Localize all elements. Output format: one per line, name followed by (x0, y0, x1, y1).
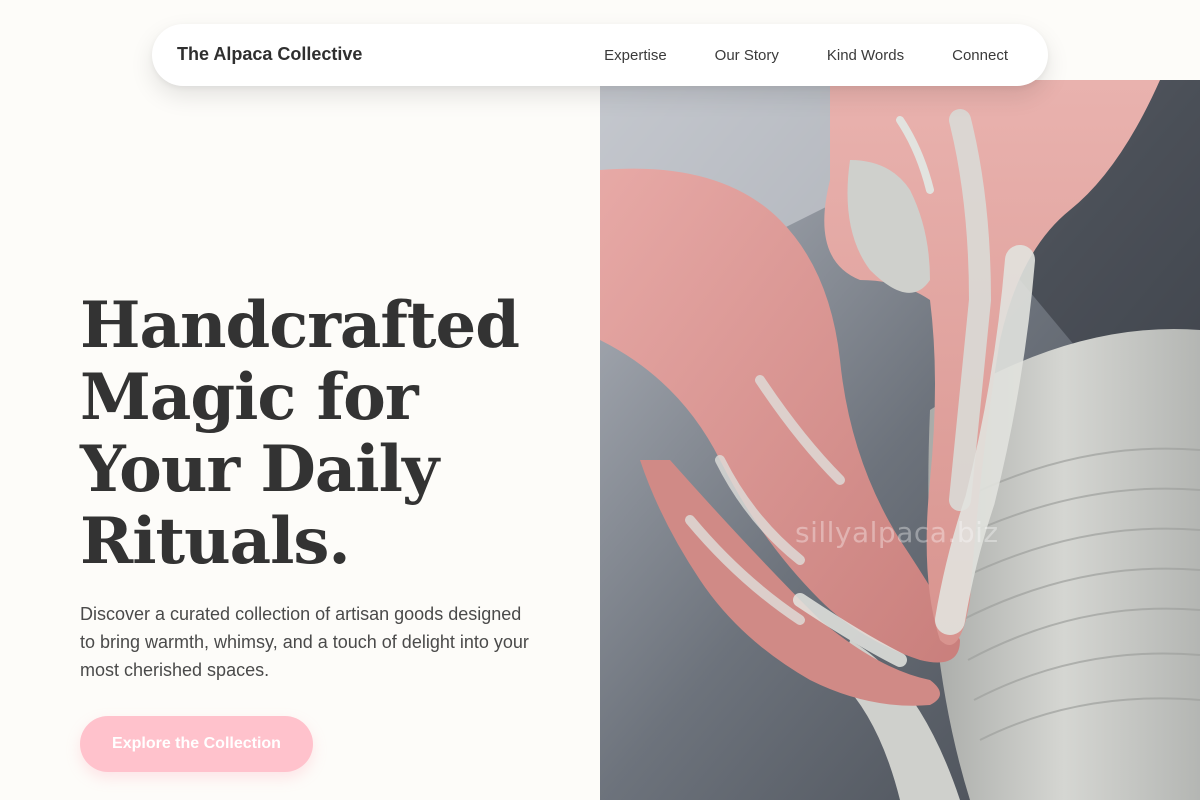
hero-image: sillyalpaca.biz (600, 80, 1200, 800)
headline-line: Handcrafted (80, 288, 520, 363)
headline-line: Magic for (80, 360, 419, 435)
hero-subtext: Discover a curated collection of artisan… (80, 604, 529, 680)
headline-line: Your Daily (80, 432, 439, 507)
pottery-hands-illustration (600, 80, 1200, 800)
page: sillyalpaca.biz The Alpaca Collective Ex… (0, 0, 1200, 800)
image-watermark: sillyalpaca.biz (795, 516, 999, 549)
hero-text: Handcrafted Magic for Your Daily Rituals… (80, 290, 580, 684)
nav-links: Expertise Our Story Kind Words Connect (604, 24, 1008, 86)
explore-collection-button[interactable]: Explore the Collection (80, 716, 313, 772)
nav-link-expertise[interactable]: Expertise (604, 47, 667, 64)
hero-headline: Handcrafted Magic for Your Daily Rituals… (80, 290, 580, 578)
brand-logo-link[interactable]: The Alpaca Collective (177, 44, 362, 65)
headline-line: Rituals. (80, 504, 351, 579)
nav-link-kind-words[interactable]: Kind Words (827, 47, 904, 64)
nav-link-our-story[interactable]: Our Story (715, 47, 779, 64)
navbar: The Alpaca Collective Expertise Our Stor… (152, 24, 1048, 86)
nav-link-connect[interactable]: Connect (952, 47, 1008, 64)
